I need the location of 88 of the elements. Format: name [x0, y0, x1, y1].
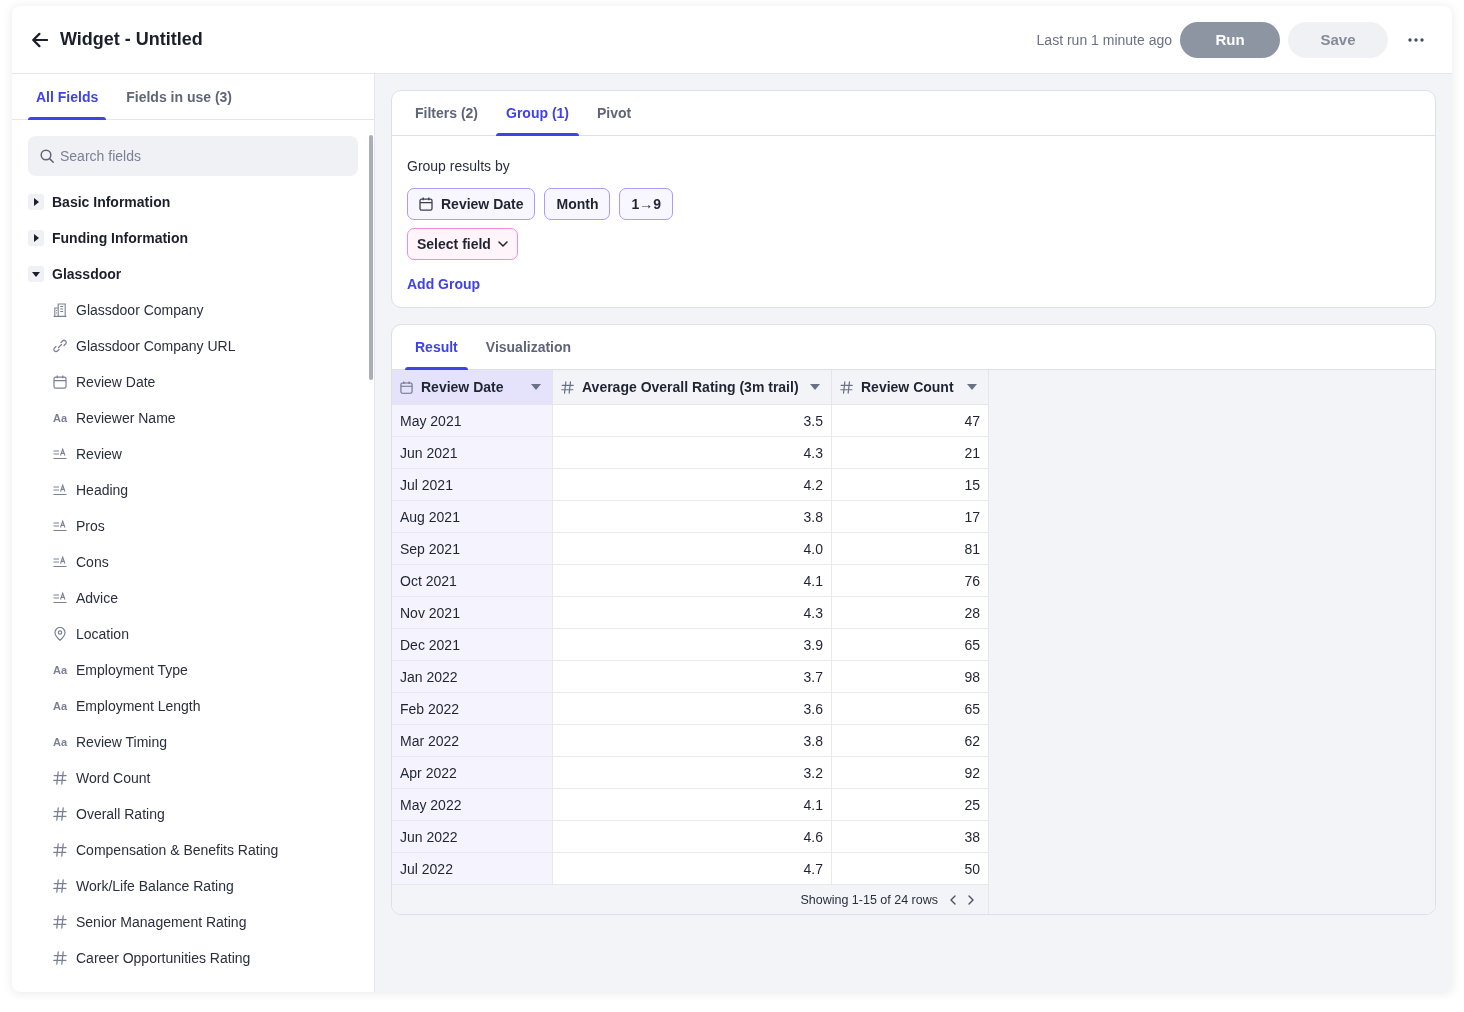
tree-group-label[interactable]: Glassdoor	[52, 266, 122, 282]
field-item[interactable]: Employment Length	[76, 698, 201, 714]
chevron-left-icon[interactable]	[950, 894, 956, 905]
table-cell: Nov 2021	[392, 597, 553, 628]
column-header[interactable]: Review Date	[392, 370, 553, 404]
link-icon	[53, 339, 67, 353]
hash-icon	[840, 380, 853, 394]
query-tab[interactable]: Filters (2)	[405, 91, 488, 135]
hash-icon	[53, 771, 67, 785]
table-cell: Aug 2021	[392, 501, 553, 532]
select-field-dropdown[interactable]: Select field	[407, 228, 518, 260]
field-item[interactable]: Advice	[76, 590, 119, 606]
group-heading: Group results by	[407, 157, 511, 176]
chevron-down-icon	[497, 241, 508, 247]
field-item[interactable]: Review	[76, 446, 122, 462]
field-item[interactable]: Compensation & Benefits Rating	[76, 842, 279, 858]
query-tab[interactable]: Group (1)	[496, 91, 579, 135]
search-field[interactable]: Search fields	[28, 136, 358, 176]
text-type-icon: Aa	[52, 700, 68, 712]
group-option-chip[interactable]: Month	[544, 188, 611, 220]
caret-right-icon[interactable]	[28, 194, 44, 210]
field-item[interactable]: Heading	[76, 482, 129, 498]
field-item[interactable]: Cons	[76, 554, 109, 570]
field-item[interactable]: Reviewer Name	[76, 410, 176, 426]
field-item[interactable]: Review Timing	[76, 734, 168, 750]
text-lines-icon	[53, 591, 67, 605]
hash-icon	[561, 380, 574, 394]
table-cell: Apr 2022	[392, 757, 553, 788]
pagination-text: Showing 1-15 of 24 rows	[800, 892, 938, 907]
calendar-icon	[419, 197, 433, 211]
table-cell: Oct 2021	[392, 565, 553, 596]
widget-title: Widget - Untitled	[60, 29, 203, 50]
calendar-icon	[53, 375, 67, 389]
hash-icon	[53, 951, 67, 965]
group-field-chip[interactable]: Review Date	[407, 188, 536, 220]
field-item[interactable]: Employment Type	[76, 662, 188, 678]
search-icon	[40, 149, 54, 163]
hash-icon	[53, 915, 67, 929]
location-pin-icon	[53, 627, 67, 641]
table-cell: Feb 2022	[392, 693, 553, 724]
sidebar-tab[interactable]: All Fields	[28, 74, 107, 119]
tree-group-label[interactable]: Basic Information	[52, 194, 171, 210]
field-item[interactable]: Career Opportunities Rating	[76, 950, 251, 966]
hash-icon	[53, 807, 67, 821]
text-lines-icon	[53, 555, 67, 569]
calendar-icon	[400, 380, 413, 394]
field-item[interactable]: Word Count	[76, 770, 151, 786]
text-lines-icon	[53, 519, 67, 533]
text-lines-icon	[53, 483, 67, 497]
hash-icon	[53, 879, 67, 893]
field-item[interactable]: Senior Management Rating	[76, 914, 247, 930]
text-type-icon: Aa	[52, 664, 68, 676]
field-item[interactable]: Glassdoor Company URL	[76, 338, 236, 354]
table-cell: Jan 2022	[392, 661, 553, 692]
table-cell: Jun 2022	[392, 821, 553, 852]
text-type-icon: Aa	[52, 736, 68, 748]
back-arrow-icon[interactable]	[32, 31, 48, 48]
building-icon	[53, 303, 67, 317]
query-tab[interactable]: Pivot	[587, 91, 642, 135]
table-cell: Mar 2022	[392, 725, 553, 756]
scrollbar[interactable]	[369, 135, 373, 380]
sidebar-tab[interactable]: Fields in use (3)	[118, 74, 241, 119]
more-icon[interactable]	[1408, 37, 1424, 42]
table-cell: Sep 2021	[392, 533, 553, 564]
add-group-link[interactable]: Add Group	[407, 276, 481, 292]
field-item[interactable]: Work/Life Balance Rating	[76, 878, 234, 894]
text-type-icon: Aa	[52, 412, 68, 424]
field-item[interactable]: Location	[76, 626, 129, 642]
caret-right-icon[interactable]	[28, 230, 44, 246]
table-cell: May 2021	[392, 405, 553, 436]
result-tab[interactable]: Visualization	[475, 325, 582, 369]
group-option-chip[interactable]: 1→9	[619, 188, 674, 220]
field-item[interactable]: Pros	[76, 518, 105, 534]
hash-icon	[53, 843, 67, 857]
table-cell: Jul 2022	[392, 853, 553, 884]
chevron-right-icon[interactable]	[968, 894, 974, 905]
field-item[interactable]: Review Date	[76, 374, 156, 390]
caret-down-icon[interactable]	[28, 266, 44, 282]
table-cell: Dec 2021	[392, 629, 553, 660]
table-cell: Jun 2021	[392, 437, 553, 468]
field-item[interactable]: Glassdoor Company	[76, 302, 204, 318]
table-cell: May 2022	[392, 789, 553, 820]
text-lines-icon	[53, 447, 67, 461]
table-cell: Jul 2021	[392, 469, 553, 500]
last-run-text: Last run 1 minute ago	[1036, 31, 1172, 48]
tree-group-label[interactable]: Funding Information	[52, 230, 189, 246]
field-item[interactable]: Overall Rating	[76, 806, 165, 822]
result-tab[interactable]: Result	[405, 325, 468, 369]
